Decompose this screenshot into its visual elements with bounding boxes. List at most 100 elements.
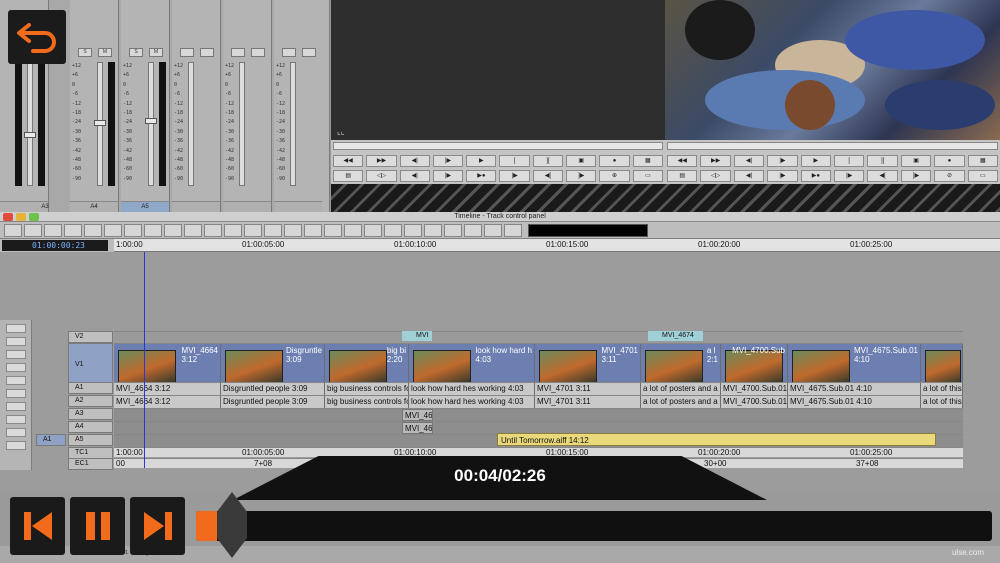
toolbar-button[interactable] — [424, 224, 442, 237]
rewind-button[interactable]: ◀◀ — [667, 155, 698, 167]
timeline-playhead[interactable] — [144, 252, 145, 468]
clear-marks-button[interactable]: ][ — [532, 155, 564, 167]
video-clip[interactable]: MVI_4664 3:12 — [114, 344, 221, 382]
toolbar-button[interactable] — [284, 224, 302, 237]
lane-a3[interactable]: MVI_46 — [114, 408, 963, 421]
toolbar-button[interactable] — [144, 224, 162, 237]
lane-v1[interactable]: MVI_4664 3:12 Disgruntle 3:09 big bi 2:20 l… — [114, 343, 963, 382]
edit-button[interactable]: |▶ — [432, 170, 464, 182]
edit-button[interactable]: ▶● — [800, 170, 832, 182]
source-monitor[interactable]: ⌞⌞ — [331, 0, 665, 140]
audio-clip[interactable]: big business controls fo — [325, 383, 409, 395]
side-tool-button[interactable] — [6, 337, 26, 346]
timeline-ruler[interactable]: 1:00:00 01:00:05:00 01:00:10:00 01:00:15… — [114, 239, 1000, 252]
edit-button[interactable]: ▶● — [466, 170, 497, 182]
edit-button[interactable]: ⊘ — [934, 170, 965, 182]
volume-fader[interactable] — [290, 62, 296, 186]
audio-clip[interactable]: a lot of this — [921, 396, 963, 408]
toolbar-button[interactable] — [384, 224, 402, 237]
side-tool-button[interactable] — [6, 441, 26, 450]
volume-fader[interactable] — [148, 62, 154, 186]
track-header-v2[interactable]: V2 — [68, 331, 113, 343]
audio-clip[interactable]: MVI_4664 3:12 — [114, 383, 221, 395]
zoom-icon[interactable] — [29, 213, 39, 221]
audio-clip[interactable]: Disgruntled people 3:09 — [221, 396, 325, 408]
video-clip[interactable]: MVI_4700.Sub — [721, 344, 788, 382]
lane-v2[interactable] — [114, 331, 963, 343]
toolbar-button[interactable] — [344, 224, 362, 237]
video-clip[interactable]: big bi 2:20 — [325, 344, 409, 382]
side-tool-button[interactable] — [6, 376, 26, 385]
audio-clip[interactable]: MVI_4675.Sub.01 4:10 — [788, 383, 921, 395]
music-clip[interactable]: Until Tomorrow.aiff 14:12 — [497, 433, 936, 446]
record-button[interactable]: ● — [599, 155, 630, 167]
toolbar-button[interactable] — [324, 224, 342, 237]
toolbar-button[interactable] — [364, 224, 382, 237]
side-tool-button[interactable] — [6, 402, 26, 411]
mute-button[interactable] — [302, 48, 316, 57]
audio-clip[interactable]: MVI_46 — [402, 422, 433, 434]
mark-clip-button[interactable]: ▣ — [900, 155, 932, 167]
toolbar-button[interactable] — [184, 224, 202, 237]
clear-marks-button[interactable]: ][ — [867, 155, 898, 167]
pause-button[interactable] — [70, 497, 125, 555]
volume-fader[interactable] — [188, 62, 194, 186]
v2-clip[interactable]: MVI_4674 — [648, 331, 703, 341]
ffwd-button[interactable]: ▶▶ — [366, 155, 397, 167]
edit-button[interactable]: ]▶ — [566, 170, 597, 182]
edit-button[interactable]: |▶ — [499, 170, 530, 182]
audio-clip[interactable]: Disgruntled people 3:09 — [221, 383, 325, 395]
solo-button[interactable]: S — [78, 48, 92, 57]
mute-button[interactable]: M — [149, 48, 163, 57]
edit-button[interactable]: ▤ — [667, 170, 698, 182]
toolbar-button[interactable] — [264, 224, 282, 237]
mute-button[interactable]: M — [98, 48, 112, 57]
track-header-a4[interactable]: A4 — [68, 421, 113, 433]
audio-clip[interactable]: MVI_46 — [402, 409, 433, 421]
side-tool-button[interactable] — [6, 350, 26, 359]
lane-a2[interactable]: MVI_4664 3:12 Disgruntled people 3:09 bi… — [114, 395, 963, 408]
edit-button[interactable]: ▤ — [333, 170, 364, 182]
mark-in-button[interactable]: [ — [834, 155, 865, 167]
back-button[interactable] — [8, 10, 66, 64]
track-header-ec1[interactable]: EC1 — [68, 458, 113, 470]
toolbar-button[interactable] — [244, 224, 262, 237]
source-position-bar[interactable] — [333, 142, 663, 150]
toolbar-button[interactable] — [4, 224, 22, 237]
volume-fader[interactable] — [27, 62, 33, 186]
play-button[interactable]: ▶ — [800, 155, 832, 167]
audio-clip[interactable]: MVI_4664 3:12 — [114, 396, 221, 408]
toolbar-button[interactable] — [44, 224, 62, 237]
edit-button[interactable]: ◀| — [733, 170, 765, 182]
record-button[interactable]: ● — [934, 155, 965, 167]
tool-button[interactable]: ▦ — [967, 155, 999, 167]
step-back-button[interactable]: ◀| — [733, 155, 765, 167]
toolbar-button[interactable] — [204, 224, 222, 237]
solo-button[interactable] — [180, 48, 194, 57]
edit-button[interactable]: |▶ — [834, 170, 865, 182]
side-tool-button[interactable] — [6, 324, 26, 333]
video-clip[interactable]: MVI_4701 3:11 — [535, 344, 641, 382]
minimize-icon[interactable] — [16, 213, 26, 221]
solo-button[interactable] — [231, 48, 245, 57]
mute-button[interactable] — [200, 48, 214, 57]
video-clip[interactable]: MVI_4675.Sub.01 4:10 — [788, 344, 921, 382]
mute-button[interactable] — [251, 48, 265, 57]
video-clip[interactable]: look how hard h 4:03 — [409, 344, 535, 382]
rewind-button[interactable]: ◀◀ — [333, 155, 364, 167]
track-header-a5[interactable]: A5 — [68, 434, 113, 446]
side-tool-button[interactable] — [6, 363, 26, 372]
edit-button[interactable]: ◀| — [399, 170, 430, 182]
toolbar-button[interactable] — [24, 224, 42, 237]
track-header-a3[interactable]: A3 — [68, 408, 113, 420]
audio-clip[interactable]: look how hard hes working 4:03 — [409, 396, 535, 408]
edit-button[interactable]: ◁▷ — [700, 170, 731, 182]
mark-in-button[interactable]: [ — [499, 155, 530, 167]
edit-button[interactable]: ◁▷ — [366, 170, 397, 182]
lane-a1[interactable]: MVI_4664 3:12 Disgruntled people 3:09 bi… — [114, 382, 963, 395]
audio-clip[interactable]: big business controls fo — [325, 396, 409, 408]
edit-button[interactable]: ⊕ — [599, 170, 630, 182]
step-back-button[interactable]: ◀| — [399, 155, 430, 167]
audio-clip[interactable]: a lot of posters and a — [641, 383, 721, 395]
side-tool-button[interactable] — [6, 428, 26, 437]
